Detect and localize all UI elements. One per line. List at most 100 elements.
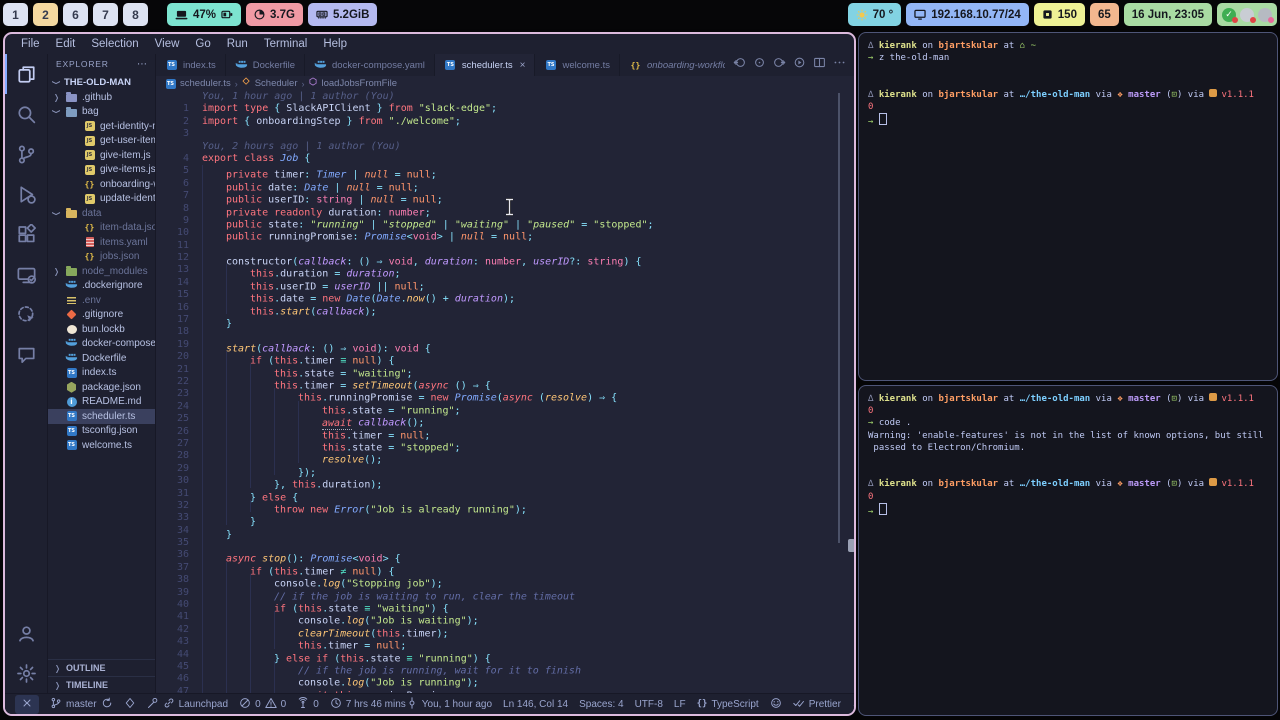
tray-paw-icon[interactable] [1240, 7, 1256, 23]
tree-item-docker-compose-[interactable]: docker-compose... [48, 337, 155, 352]
problems-status[interactable]: 00 [239, 697, 286, 712]
terminal-line: → [868, 113, 1268, 127]
gitlens-button[interactable] [124, 697, 136, 712]
tree-item-node-modules[interactable]: ❭ node_modules [48, 264, 155, 279]
code-editor[interactable]: You, 1 hour ago | 1 author (You) 1 import … [156, 91, 854, 693]
activity-account[interactable] [5, 613, 47, 653]
menu-run[interactable]: Run [219, 38, 256, 50]
tab-index-ts[interactable]: TS index.ts [156, 54, 226, 76]
action-more-icon[interactable] [833, 56, 846, 74]
menu-file[interactable]: File [13, 38, 48, 50]
tree-item-onboarding-wo-[interactable]: {}onboarding-wo... [48, 177, 155, 192]
tab-docker-compose-yaml[interactable]: docker-compose.yaml [305, 54, 435, 76]
eol-status[interactable]: LF [674, 699, 686, 710]
action-nav-dot-icon[interactable] [753, 56, 766, 74]
git-branch-status[interactable]: master [50, 697, 113, 712]
workspace-button-1[interactable]: 1 [3, 3, 28, 26]
menu-selection[interactable]: Selection [83, 38, 146, 50]
notifications-bell[interactable] [852, 697, 854, 712]
editor-scrollbar[interactable] [838, 93, 840, 543]
tray-gear-icon[interactable] [1258, 7, 1274, 23]
tree-item-readme-md[interactable]: i README.md [48, 395, 155, 410]
clock-icon [330, 697, 342, 712]
time-tracker[interactable]: 7 hrs 46 mins [330, 697, 406, 712]
tree-item-bag[interactable]: ❭ bag [48, 105, 155, 120]
ts-icon: TS [66, 425, 77, 436]
breadcrumb-loadjobsfromfile[interactable]: loadJobsFromFile [308, 77, 397, 90]
action-nav-forward-icon[interactable] [773, 56, 786, 74]
tree-item-update-identity-[interactable]: JSupdate-identity... [48, 192, 155, 207]
tray-check-icon[interactable]: ✓ [1222, 7, 1238, 23]
menu-go[interactable]: Go [187, 38, 218, 50]
tree-item-give-items-js[interactable]: JS give-items.js [48, 163, 155, 178]
formatter-status[interactable]: Prettier [792, 697, 841, 712]
ports-status[interactable]: 0 [297, 696, 319, 712]
activity-live-share[interactable] [5, 294, 47, 334]
tree-item-tsconfig-json[interactable]: TS tsconfig.json [48, 424, 155, 439]
workspace-button-6[interactable]: 6 [63, 3, 88, 26]
tree-item-items-yaml[interactable]: items.yaml [48, 235, 155, 250]
tree-item--dockerignore[interactable]: .dockerignore [48, 279, 155, 294]
tree-item-welcome-ts[interactable]: TS welcome.ts [48, 438, 155, 453]
language-mode[interactable]: {} TypeScript [697, 699, 759, 710]
tree-item-index-ts[interactable]: TS index.ts [48, 366, 155, 381]
tab-welcome-ts[interactable]: TS welcome.ts [535, 54, 620, 76]
tree-item-data[interactable]: ❭ data [48, 206, 155, 221]
indentation-status[interactable]: Spaces: 4 [579, 699, 623, 710]
section-outline[interactable]: ❭ OUTLINE [48, 659, 155, 676]
feedback-smiley[interactable] [770, 697, 782, 712]
tree-item-get-identity-me-[interactable]: JSget-identity-me... [48, 119, 155, 134]
tree-item-item-data-json[interactable]: {}item-data.json [48, 221, 155, 236]
tree-item--github[interactable]: ❭ .github [48, 90, 155, 105]
section-timeline[interactable]: ❭ TIMELINE [48, 676, 155, 693]
menu-terminal[interactable]: Terminal [256, 38, 315, 50]
tab-scheduler-ts[interactable]: TS scheduler.ts × [434, 54, 536, 76]
action-nav-back-icon[interactable] [733, 56, 746, 74]
remote-window-button[interactable] [15, 694, 39, 714]
activity-source-control[interactable] [5, 134, 47, 174]
activity-extensions[interactable] [5, 214, 47, 254]
terminal-window-bottom[interactable]: ∆ kierank on bjartskular at …/the-old-ma… [858, 385, 1278, 716]
blame-status[interactable]: You, 1 hour ago [406, 696, 492, 712]
tree-item-dockerfile[interactable]: Dockerfile [48, 351, 155, 366]
menu-help[interactable]: Help [315, 38, 355, 50]
tree-item-give-item-js[interactable]: JS give-item.js [48, 148, 155, 163]
activity-explorer[interactable] [5, 54, 47, 94]
activity-search[interactable] [5, 94, 47, 134]
tree-item-scheduler-ts[interactable]: TS scheduler.ts [48, 409, 155, 424]
tree-item--env[interactable]: .env [48, 293, 155, 308]
activity-settings[interactable] [5, 653, 47, 693]
indent-guide [250, 673, 274, 686]
code-line: 3 [156, 128, 854, 140]
activity-remote-explorer[interactable] [5, 254, 47, 294]
launchpad-button[interactable]: Launchpad [147, 697, 228, 712]
workspace-root-row[interactable]: ❭ THE-OLD-MAN [48, 74, 155, 90]
tree-item-get-user-items-js[interactable]: JSget-user-items.js [48, 134, 155, 149]
terminal-window-top[interactable]: ∆ kierank on bjartskular at ⌂ ~ → z the-o… [858, 32, 1278, 381]
resize-grip[interactable] [848, 539, 854, 552]
code-line: 21 this.state = "waiting"; [156, 363, 854, 379]
workspace-button-7[interactable]: 7 [93, 3, 118, 26]
tab-dockerfile[interactable]: Dockerfile [226, 54, 305, 76]
tree-item--gitignore[interactable]: .gitignore [48, 308, 155, 323]
action-run-icon[interactable] [793, 56, 806, 74]
workspace-button-2[interactable]: 2 [33, 3, 58, 26]
breadcrumb-scheduler.ts[interactable]: TS scheduler.ts [164, 77, 231, 90]
cursor-position[interactable]: Ln 146, Col 14 [503, 699, 568, 710]
menu-view[interactable]: View [147, 38, 188, 50]
tree-item-jobs-json[interactable]: {} jobs.json [48, 250, 155, 265]
memory-indicator-value: 5.2GiB [332, 8, 370, 21]
menu-edit[interactable]: Edit [48, 38, 84, 50]
tree-item-bun-lockb[interactable]: bun.lockb [48, 322, 155, 337]
workspace-button-8[interactable]: 8 [123, 3, 148, 26]
indent-guide [226, 425, 250, 438]
action-split-icon[interactable] [813, 56, 826, 74]
explorer-actions-icon[interactable]: ⋯ [137, 59, 147, 70]
activity-chat[interactable] [5, 334, 47, 374]
line-number: 27 [176, 437, 189, 449]
encoding-status[interactable]: UTF-8 [635, 699, 663, 710]
close-icon[interactable]: × [520, 60, 526, 71]
tree-item-package-json[interactable]: package.json [48, 380, 155, 395]
activity-run-debug[interactable] [5, 174, 47, 214]
breadcrumb-scheduler[interactable]: Scheduler [242, 77, 297, 90]
